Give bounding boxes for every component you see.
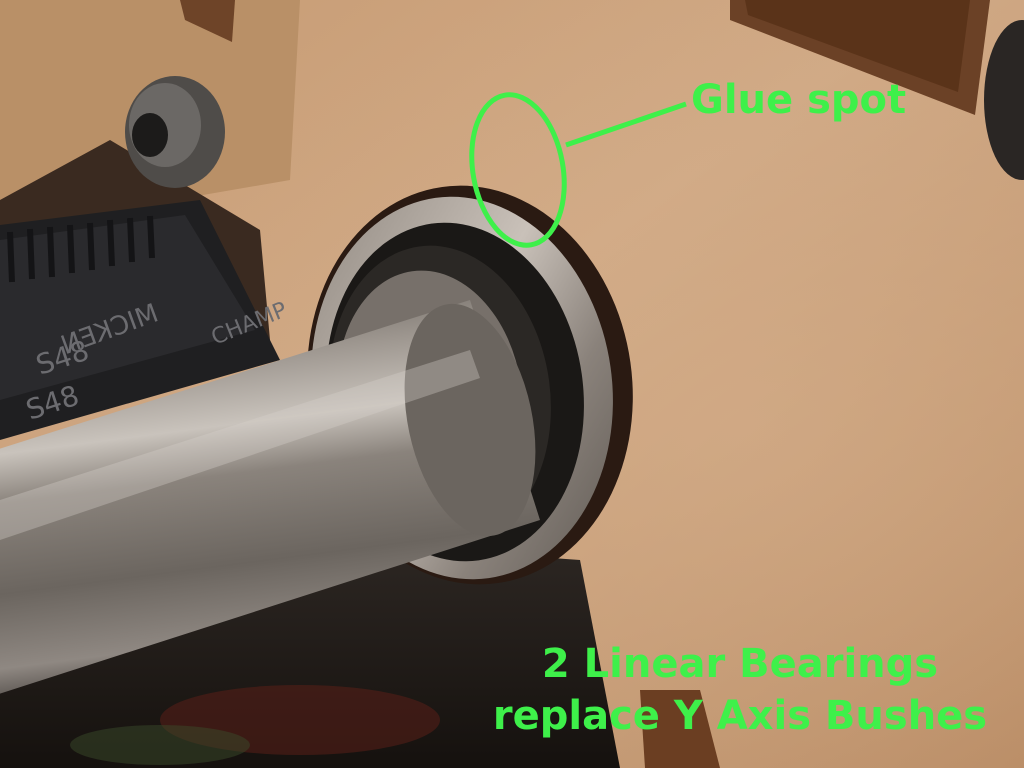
caption: 2 Linear Bearings replace Y Axis Bushes [470, 638, 1010, 742]
caption-line-1: 2 Linear Bearings [541, 641, 939, 687]
caption-line-2: replace Y Axis Bushes [492, 693, 988, 739]
glue-spot-label: Glue spot [691, 77, 907, 123]
glue-spot-leader [565, 101, 687, 148]
photo-frame: MICKEN S48 S48 CHAMP Glue spot 2 Linear … [0, 0, 1024, 768]
glue-spot-marker [469, 92, 567, 248]
